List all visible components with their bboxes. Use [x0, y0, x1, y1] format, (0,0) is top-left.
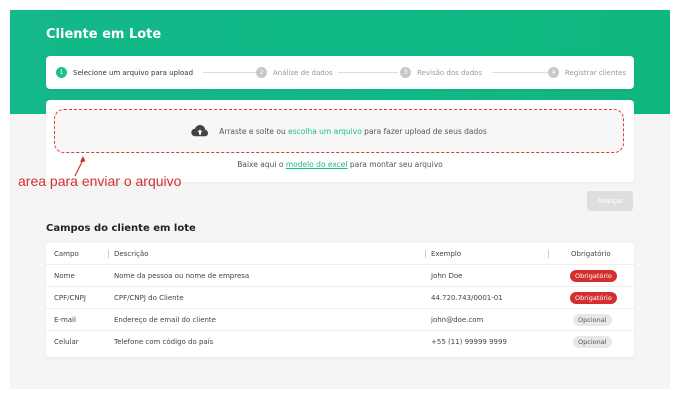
header-description: Descrição — [114, 250, 149, 258]
step-connector — [492, 72, 550, 73]
cloud-upload-icon — [191, 125, 209, 137]
dropzone-text: Arraste e solte ou escolha um arquivo pa… — [219, 127, 486, 136]
file-dropzone[interactable]: Arraste e solte ou escolha um arquivo pa… — [54, 109, 624, 153]
required-badge: Obrigatório — [570, 270, 617, 282]
download-template-text: Baixe aqui o modelo do excel para montar… — [46, 160, 634, 169]
step-3: 3 Revisão dos dados — [400, 67, 482, 78]
step-connector — [203, 72, 261, 73]
excel-template-link[interactable]: modelo do excel — [286, 160, 348, 169]
table-row: Celular Telefone com código do país +55 … — [46, 331, 634, 353]
table-row: E-mail Endereço de email do cliente john… — [46, 309, 634, 331]
column-divider — [548, 250, 549, 258]
cell-field: Celular — [54, 338, 79, 346]
cell-description: Endereço de email do cliente — [114, 316, 216, 324]
cell-description: Nome da pessoa ou nome de empresa — [114, 272, 250, 280]
table-row: CPF/CNPJ CPF/CNPJ do Cliente 44.720.743/… — [46, 287, 634, 309]
step-number: 2 — [256, 67, 267, 78]
step-label: Revisão dos dados — [417, 68, 483, 77]
next-button[interactable]: Avançar — [587, 191, 633, 211]
cell-example: +55 (11) 99999 9999 — [431, 338, 507, 346]
step-label: Registrar clientes — [565, 68, 627, 77]
step-1: 1 Selecione um arquivo para upload — [56, 67, 193, 78]
step-connector — [338, 72, 398, 73]
step-label: Análise de dados — [273, 68, 333, 77]
cell-description: CPF/CNPJ do Cliente — [114, 294, 184, 302]
step-2: 2 Análise de dados — [256, 67, 333, 78]
cell-field: Nome — [54, 272, 75, 280]
stepper: 1 Selecione um arquivo para upload 2 Aná… — [46, 56, 634, 89]
cell-description: Telefone com código do país — [114, 338, 214, 346]
column-divider — [108, 250, 109, 258]
optional-badge: Opcional — [573, 336, 612, 348]
step-4: 4 Registrar clientes — [548, 67, 626, 78]
header-example: Exemplo — [431, 250, 462, 258]
step-number: 4 — [548, 67, 559, 78]
cell-example: 44.720.743/0001-01 — [431, 294, 503, 302]
download-text-before: Baixe aqui o — [237, 160, 286, 169]
header-field: Campo — [54, 250, 79, 258]
table-header: Campo Descrição Exemplo Obrigatório — [46, 243, 634, 265]
cell-field: E-mail — [54, 316, 76, 324]
app-frame: Cliente em Lote 1 Selecione um arquivo p… — [10, 10, 670, 389]
cell-example: john@doe.com — [431, 316, 484, 324]
section-title: Campos do cliente em lote — [46, 223, 196, 234]
required-badge: Obrigatório — [570, 292, 617, 304]
cell-field: CPF/CNPJ — [54, 294, 86, 302]
annotation-label: area para enviar o arquivo — [18, 173, 182, 189]
upload-card: Arraste e solte ou escolha um arquivo pa… — [46, 100, 634, 182]
dropzone-text-after: para fazer upload de seus dados — [361, 126, 487, 136]
header-required: Obrigatório — [571, 250, 611, 258]
dropzone-text-before: Arraste e solte ou — [219, 126, 289, 136]
page-title: Cliente em Lote — [46, 27, 162, 42]
choose-file-link[interactable]: escolha um arquivo — [288, 127, 362, 136]
cell-example: John Doe — [431, 272, 463, 280]
step-number: 1 — [56, 67, 67, 78]
table-row: Nome Nome da pessoa ou nome de empresa J… — [46, 265, 634, 287]
download-text-after: para montar seu arquivo — [347, 160, 443, 169]
column-divider — [425, 250, 426, 258]
fields-table: Campo Descrição Exemplo Obrigatório Nome… — [46, 243, 634, 357]
step-label: Selecione um arquivo para upload — [73, 68, 194, 77]
step-number: 3 — [400, 67, 411, 78]
optional-badge: Opcional — [573, 314, 612, 326]
